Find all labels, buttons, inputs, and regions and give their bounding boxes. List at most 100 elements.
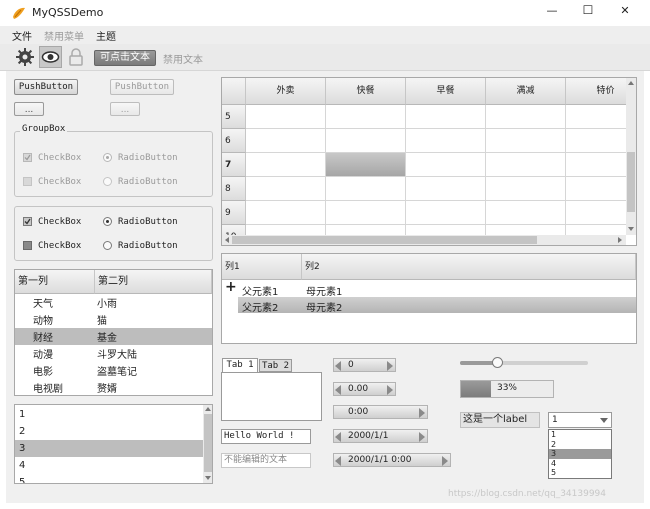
table-cell[interactable] <box>486 201 566 225</box>
increment-icon[interactable] <box>419 432 425 442</box>
table-cell[interactable] <box>406 105 486 129</box>
table-cell[interactable] <box>486 105 566 129</box>
table-cell[interactable] <box>246 105 326 129</box>
decrement-icon[interactable] <box>335 432 341 442</box>
maximize-button[interactable]: ☐ <box>578 3 598 17</box>
combo-box[interactable]: 1 <box>548 412 612 428</box>
slider[interactable] <box>460 356 588 370</box>
list-item[interactable]: 电视剧 赘婿 <box>15 379 212 396</box>
scroll-thumb[interactable] <box>232 236 537 244</box>
table-cell[interactable] <box>326 177 406 201</box>
list-item[interactable]: 5 <box>15 474 203 483</box>
table-cell[interactable] <box>326 105 406 129</box>
vertical-scrollbar[interactable] <box>626 78 636 235</box>
list-header-2[interactable]: 第二列 <box>95 270 212 294</box>
table-cell[interactable] <box>406 129 486 153</box>
table[interactable]: 外卖快餐早餐满减特价 5678910 <box>221 77 637 246</box>
list-item[interactable]: 电影 盗墓笔记 <box>15 362 212 379</box>
scroll-right-icon[interactable] <box>618 237 622 243</box>
increment-icon[interactable] <box>387 385 393 395</box>
table-column-header[interactable]: 早餐 <box>406 78 486 105</box>
increment-icon[interactable] <box>387 361 393 371</box>
double-spinbox[interactable]: 0.00 <box>333 382 396 396</box>
line-edit[interactable]: Hello World ! <box>221 429 311 444</box>
table-cell[interactable] <box>246 201 326 225</box>
table-cell[interactable] <box>246 129 326 153</box>
radio-checked[interactable] <box>103 217 112 226</box>
tab-2[interactable]: Tab 2 <box>259 359 292 372</box>
minimize-button[interactable]: — <box>542 4 562 17</box>
eye-icon[interactable] <box>39 46 62 68</box>
combo-option[interactable]: 3 <box>549 449 611 459</box>
combo-option[interactable]: 4 <box>549 459 611 469</box>
int-spinbox[interactable]: 0 <box>333 358 396 372</box>
number-list[interactable]: 12345 <box>14 404 213 484</box>
tree-row[interactable]: 父元素2 母元素2 <box>238 297 636 314</box>
checkbox-partial[interactable] <box>23 241 32 250</box>
table-cell[interactable] <box>326 129 406 153</box>
scroll-down-icon[interactable] <box>628 227 634 231</box>
table-cell[interactable] <box>246 177 326 201</box>
table-row-header[interactable]: 8 <box>222 177 246 201</box>
table-cell[interactable] <box>326 153 406 177</box>
tree-header-1[interactable]: 列1 <box>222 254 302 280</box>
table-cell[interactable] <box>486 177 566 201</box>
decrement-icon[interactable] <box>335 385 341 395</box>
table-row-header[interactable]: 6 <box>222 129 246 153</box>
tool-button[interactable]: ... <box>14 102 44 116</box>
close-button[interactable]: ✕ <box>615 4 635 17</box>
combo-option[interactable]: 2 <box>549 440 611 450</box>
list-item[interactable]: 4 <box>15 457 203 474</box>
scroll-up-icon[interactable] <box>628 81 634 85</box>
scroll-thumb[interactable] <box>204 414 212 472</box>
tab-1[interactable]: Tab 1 <box>222 358 258 372</box>
menu-file[interactable]: 文件 <box>12 28 32 43</box>
date-edit[interactable]: 2000/1/1 <box>333 429 428 443</box>
increment-icon[interactable] <box>442 456 448 466</box>
push-button[interactable]: PushButton <box>14 79 78 95</box>
scroll-left-icon[interactable] <box>225 237 229 243</box>
list-item[interactable]: 2 <box>15 423 203 440</box>
list-item[interactable]: 1 <box>15 406 203 423</box>
table-cell[interactable] <box>486 129 566 153</box>
chevron-down-icon[interactable] <box>600 418 608 423</box>
table-row-header[interactable]: 9 <box>222 201 246 225</box>
time-edit[interactable]: 0:00 <box>333 405 428 419</box>
decrement-icon[interactable] <box>335 361 341 371</box>
table-column-header[interactable]: 满减 <box>486 78 566 105</box>
scrollbar[interactable] <box>203 405 212 483</box>
checkbox-checked[interactable] <box>23 217 32 226</box>
datetime-edit[interactable]: 2000/1/1 0:00 <box>333 453 451 467</box>
scroll-down-icon[interactable] <box>205 476 211 480</box>
clickable-text-button[interactable]: 可点击文本 <box>94 50 156 66</box>
lock-icon[interactable] <box>68 48 84 66</box>
slider-handle[interactable] <box>492 357 504 368</box>
radio-unchecked[interactable] <box>103 241 112 250</box>
scroll-thumb[interactable] <box>627 152 635 212</box>
table-column-header[interactable]: 快餐 <box>326 78 406 105</box>
list-header-1[interactable]: 第一列 <box>15 270 95 294</box>
two-column-list[interactable]: 第一列 第二列 天气 小雨 动物 猫财经 基金 动漫 斗罗大陆 电影 盗墓笔记 电视剧 赘婿 <box>14 269 213 396</box>
list-item[interactable]: 动物 猫 <box>15 311 212 328</box>
increment-icon[interactable] <box>419 408 425 418</box>
horizontal-scrollbar[interactable] <box>222 235 626 245</box>
table-row-header[interactable]: 7 <box>222 153 246 177</box>
table-cell[interactable] <box>326 201 406 225</box>
table-column-header[interactable]: 外卖 <box>246 78 326 105</box>
menu-theme[interactable]: 主题 <box>96 28 116 43</box>
gear-icon[interactable] <box>16 48 34 66</box>
table-cell[interactable] <box>246 153 326 177</box>
table-cell[interactable] <box>486 153 566 177</box>
list-item[interactable]: 3 <box>15 440 203 457</box>
combo-option[interactable]: 5 <box>549 468 611 478</box>
table-cell[interactable] <box>406 201 486 225</box>
combo-option[interactable]: 1 <box>549 430 611 440</box>
list-item[interactable]: 动漫 斗罗大陆 <box>15 345 212 362</box>
list-item[interactable]: 财经 基金 <box>15 328 212 345</box>
decrement-icon[interactable] <box>335 456 341 466</box>
tree-row[interactable]: 父元素1 母元素1 <box>222 281 636 298</box>
table-row-header[interactable]: 5 <box>222 105 246 129</box>
table-cell[interactable] <box>406 177 486 201</box>
tree-header-2[interactable]: 列2 <box>302 254 636 280</box>
list-item[interactable]: 天气 小雨 <box>15 294 212 311</box>
